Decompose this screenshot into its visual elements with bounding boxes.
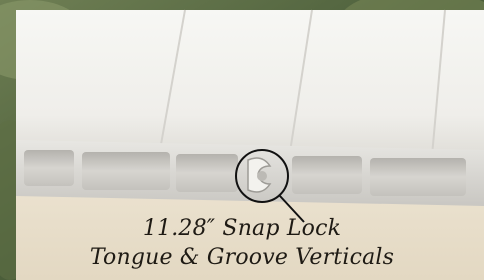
product-caption: 11.28″ Snap Lock Tongue & Groove Vertica…	[0, 214, 484, 272]
caption-line-1: 11.28″ Snap Lock	[142, 216, 342, 241]
caption-line-2: Tongue & Groove Verticals	[89, 245, 395, 270]
snap-lock-joint	[247, 157, 272, 193]
product-photo-frame: 11.28″ Snap Lock Tongue & Groove Vertica…	[0, 0, 484, 280]
panel-face	[16, 10, 484, 160]
